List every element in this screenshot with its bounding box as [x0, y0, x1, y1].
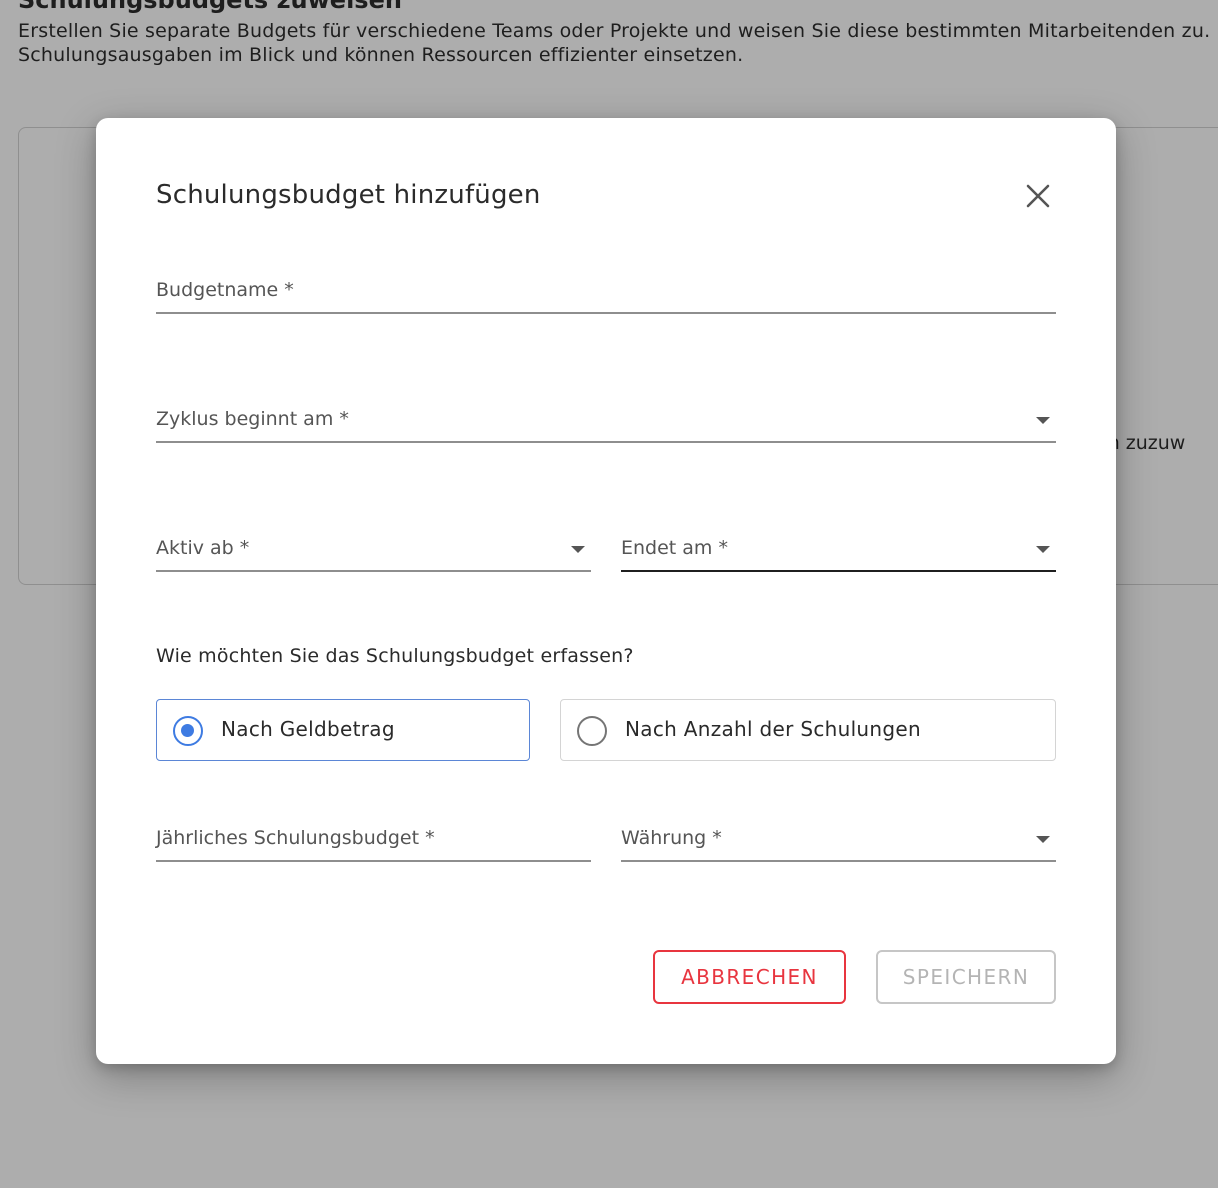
dropdown-arrow-icon[interactable]: [1036, 546, 1050, 553]
radio-unselected-icon[interactable]: [577, 716, 607, 746]
budget-name-label: Budgetname *: [156, 279, 294, 301]
close-button[interactable]: [1022, 180, 1054, 212]
radio-dot: [181, 724, 194, 737]
active-from-label: Aktiv ab *: [156, 537, 250, 559]
ends-on-label: Endet am *: [621, 537, 728, 559]
cancel-button[interactable]: Abbrechen: [653, 950, 846, 1004]
annual-budget-field[interactable]: Jährliches Schulungsbudget *: [156, 818, 591, 862]
background-description: Erstellen Sie separate Budgets für versc…: [18, 19, 1218, 67]
dropdown-arrow-icon[interactable]: [1036, 836, 1050, 843]
capture-method-question: Wie möchten Sie das Schulungsbudget erfa…: [156, 645, 634, 667]
currency-select[interactable]: Währung *: [621, 818, 1056, 862]
ends-on-select[interactable]: Endet am *: [621, 528, 1056, 572]
currency-label: Währung *: [621, 827, 722, 849]
close-icon[interactable]: [1026, 184, 1050, 208]
cycle-start-select[interactable]: Zyklus beginnt am *: [156, 399, 1056, 443]
budget-name-field[interactable]: Budgetname *: [156, 270, 1056, 314]
annual-budget-label: Jährliches Schulungsbudget *: [156, 827, 435, 849]
cycle-start-label: Zyklus beginnt am *: [156, 408, 349, 430]
dialog-title: Schulungsbudget hinzufügen: [156, 180, 541, 210]
option-by-training-count[interactable]: Nach Anzahl der Schulungen: [560, 699, 1056, 761]
option-by-amount[interactable]: Nach Geldbetrag: [156, 699, 530, 761]
add-training-budget-dialog: Schulungsbudget hinzufügen Budgetname * …: [96, 118, 1116, 1064]
dropdown-arrow-icon[interactable]: [1036, 417, 1050, 424]
active-from-select[interactable]: Aktiv ab *: [156, 528, 591, 572]
background-description-line: Schulungsausgaben im Blick und können Re…: [18, 44, 744, 66]
save-button[interactable]: Speichern: [876, 950, 1056, 1004]
dropdown-arrow-icon[interactable]: [571, 546, 585, 553]
option-by-amount-label: Nach Geldbetrag: [221, 717, 395, 741]
option-by-training-count-label: Nach Anzahl der Schulungen: [625, 717, 921, 741]
background-heading: Schulungsbudgets zuweisen: [18, 0, 402, 14]
background-description-line: Erstellen Sie separate Budgets für versc…: [18, 20, 1211, 42]
radio-selected-icon[interactable]: [173, 716, 203, 746]
